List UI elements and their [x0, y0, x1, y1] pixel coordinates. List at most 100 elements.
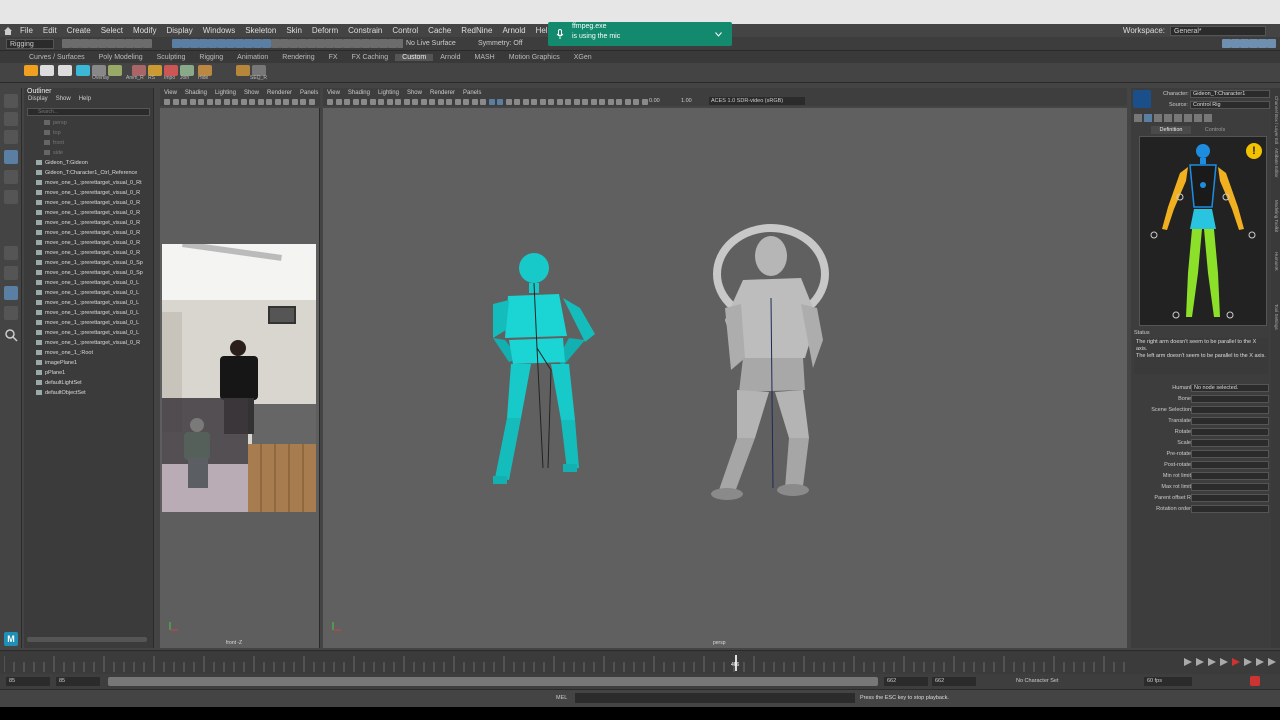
- panel-toolbar-icon[interactable]: [327, 99, 333, 105]
- humanik-prop-field[interactable]: [1191, 461, 1269, 469]
- panel-toolbar-icon[interactable]: [308, 99, 315, 105]
- menu-modify[interactable]: Modify: [128, 26, 162, 35]
- rotate-tool-icon[interactable]: [4, 170, 18, 184]
- panel-toolbar-icon[interactable]: [471, 99, 478, 105]
- panel-toolbar-icon[interactable]: [164, 99, 170, 105]
- statusline-tool-icon[interactable]: [343, 39, 352, 48]
- playback-button-icon[interactable]: [1220, 658, 1228, 666]
- workspace-dropdown[interactable]: General*: [1170, 25, 1266, 36]
- layout-preset-icon[interactable]: [1267, 39, 1276, 48]
- menu-edit[interactable]: Edit: [38, 26, 62, 35]
- statusline-tool-icon[interactable]: [172, 39, 181, 48]
- layout-single-icon[interactable]: [4, 246, 18, 260]
- layout-preset-icon[interactable]: [1222, 39, 1231, 48]
- outliner-item[interactable]: move_one_1_:prerettarget_visual_0_R: [24, 238, 153, 248]
- panel-toolbar-icon[interactable]: [300, 99, 306, 105]
- panel-toolbar-icon[interactable]: [607, 99, 614, 105]
- panel-menu-show[interactable]: Show: [244, 90, 259, 96]
- statusline-tool-icon[interactable]: [89, 39, 98, 48]
- humanik-prop-field[interactable]: [1191, 450, 1269, 458]
- panel-menu-renderer[interactable]: Renderer: [267, 90, 292, 96]
- colorspace-dropdown[interactable]: ACES 1.0 SDR-video (sRGB): [709, 97, 805, 105]
- humanik-tool-icon[interactable]: [1184, 114, 1192, 122]
- outliner-item[interactable]: persp: [24, 118, 153, 128]
- shelf-tab-custom[interactable]: Custom: [395, 53, 434, 61]
- panel-toolbar-icon[interactable]: [573, 99, 580, 105]
- side-tab-channel-box-layer-editor[interactable]: Channel Box / Layer Editor: [1272, 96, 1279, 144]
- panel-toolbar-icon[interactable]: [352, 99, 359, 105]
- humanik-tool-icon[interactable]: [1134, 114, 1142, 122]
- outliner-item[interactable]: move_one_1_:prerettarget_visual_0_L: [24, 318, 153, 328]
- live-surface-field[interactable]: No Live Surface: [403, 39, 463, 49]
- source-dropdown[interactable]: Control Rig: [1190, 101, 1270, 109]
- panel-toolbar-icon[interactable]: [335, 99, 342, 105]
- outliner-item[interactable]: move_one_1_:prerettarget_visual_0_Sp: [24, 258, 153, 268]
- end-frame-field[interactable]: 662: [932, 677, 976, 686]
- home-icon[interactable]: [4, 26, 12, 35]
- panel-toolbar-icon[interactable]: [446, 99, 452, 105]
- panel-menu-panels[interactable]: Panels: [300, 90, 318, 96]
- panel-toolbar-icon[interactable]: [274, 99, 281, 105]
- statusline-tool-icon[interactable]: [325, 39, 334, 48]
- panel-toolbar-icon[interactable]: [378, 99, 384, 105]
- panel-toolbar-icon[interactable]: [454, 99, 461, 105]
- panel-menu-view[interactable]: View: [327, 90, 340, 96]
- layout-two-icon[interactable]: [4, 286, 18, 300]
- humanik-prop-field[interactable]: [1191, 428, 1269, 436]
- outliner-item[interactable]: move_one_1_:prerettarget_visual_0_L: [24, 308, 153, 318]
- outliner-scrollbar[interactable]: [27, 637, 147, 642]
- shelf-tool-icon[interactable]: [108, 65, 122, 76]
- statusline-tool-icon[interactable]: [388, 39, 397, 48]
- range-end-field[interactable]: 662: [884, 677, 928, 686]
- panel-toolbar-icon[interactable]: [215, 99, 221, 105]
- panel-toolbar-icon[interactable]: [198, 99, 204, 105]
- outliner-item[interactable]: move_one_1_:prerettarget_visual_0_R: [24, 248, 153, 258]
- start-frame-field[interactable]: 85: [6, 677, 50, 686]
- menu-deform[interactable]: Deform: [307, 26, 343, 35]
- panel-toolbar-icon[interactable]: [633, 99, 639, 105]
- panel-toolbar-icon[interactable]: [556, 99, 563, 105]
- humanik-tool-icon[interactable]: [1164, 114, 1172, 122]
- panel-toolbar-icon[interactable]: [283, 99, 289, 105]
- layout-outliner-icon[interactable]: [4, 306, 18, 320]
- statusline-tool-icon[interactable]: [71, 39, 80, 48]
- statusline-tool-icon[interactable]: [208, 39, 217, 48]
- outliner-item[interactable]: move_one_1_:prerettarget_visual_0_R: [24, 218, 153, 228]
- humanik-tool-icon[interactable]: [1174, 114, 1182, 122]
- statusline-tool-icon[interactable]: [289, 39, 298, 48]
- panel-menu-lighting[interactable]: Lighting: [378, 90, 399, 96]
- panel-toolbar-icon[interactable]: [223, 99, 230, 105]
- shelf-tab-rigging[interactable]: Rigging: [192, 54, 230, 61]
- panel-toolbar-icon[interactable]: [403, 99, 410, 105]
- panel-toolbar-icon[interactable]: [291, 99, 298, 105]
- playback-button-icon[interactable]: [1208, 658, 1216, 666]
- chevron-down-icon[interactable]: [715, 29, 722, 39]
- shelf-tab-poly-modeling[interactable]: Poly Modeling: [92, 54, 150, 61]
- humanik-prop-field[interactable]: [1191, 483, 1269, 491]
- outliner-item[interactable]: move_one_1_:prerettarget_visual_0_R: [24, 198, 153, 208]
- panel-toolbar-icon[interactable]: [590, 99, 597, 105]
- menu-display[interactable]: Display: [162, 26, 198, 35]
- panel-toolbar-icon[interactable]: [488, 99, 495, 105]
- humanik-prop-field[interactable]: [1191, 439, 1269, 447]
- panel-toolbar-icon[interactable]: [463, 99, 469, 105]
- shelf-tool-icon[interactable]: [76, 65, 90, 76]
- outliner-item[interactable]: side: [24, 148, 153, 158]
- statusline-tool-icon[interactable]: [352, 39, 361, 48]
- character-dropdown[interactable]: Gideon_T:Character1: [1190, 90, 1270, 98]
- statusline-tool-icon[interactable]: [316, 39, 325, 48]
- warning-icon[interactable]: !: [1246, 143, 1262, 159]
- fps-dropdown[interactable]: 60 fps: [1144, 677, 1192, 686]
- script-language-toggle[interactable]: MEL: [556, 695, 567, 701]
- panel-toolbar-icon[interactable]: [395, 99, 401, 105]
- menu-control[interactable]: Control: [387, 26, 423, 35]
- statusline-tool-icon[interactable]: [98, 39, 107, 48]
- statusline-tool-icon[interactable]: [199, 39, 208, 48]
- humanik-tool-icon[interactable]: [1144, 114, 1152, 122]
- shelf-tab-sculpting[interactable]: Sculpting: [150, 54, 193, 61]
- panel-toolbar-icon[interactable]: [624, 99, 631, 105]
- statusline-tool-icon[interactable]: [107, 39, 116, 48]
- statusline-tool-icon[interactable]: [298, 39, 307, 48]
- outliner-item[interactable]: move_one_1_:prerettarget_visual_0_R: [24, 188, 153, 198]
- menu-skin[interactable]: Skin: [281, 26, 307, 35]
